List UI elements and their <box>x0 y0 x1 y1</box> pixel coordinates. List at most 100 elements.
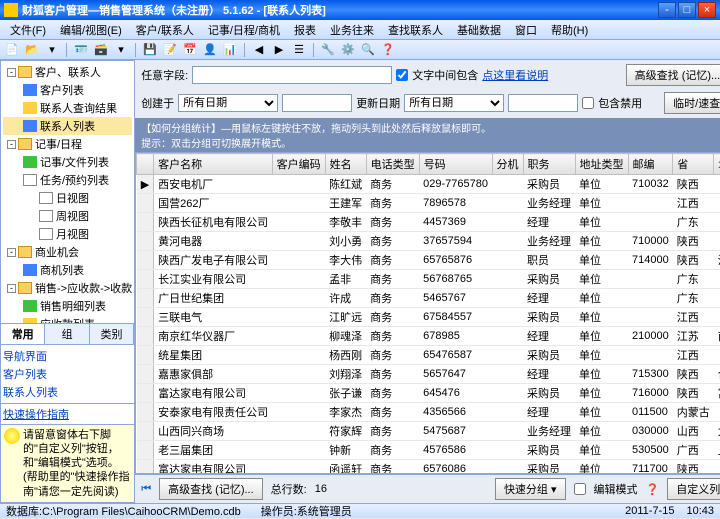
tool3-icon[interactable]: 🔍 <box>360 42 376 58</box>
column-header[interactable]: 电话类型 <box>366 154 419 175</box>
column-header[interactable]: 号码 <box>419 154 492 175</box>
menu-item[interactable]: 编辑/视图(E) <box>54 20 128 40</box>
menu-item[interactable]: 帮助(H) <box>545 20 594 40</box>
table-row[interactable]: 富达家电有限公司函遥轩商务6576086采购员单位711700陕西 <box>137 460 720 475</box>
table-row[interactable]: 安泰家电有限责任公司李家杰商务4356566经理单位011500内蒙古 <box>137 403 720 422</box>
expand-icon[interactable]: - <box>7 140 16 149</box>
new-icon[interactable]: 📄 <box>4 42 20 58</box>
table-row[interactable]: 山西同兴商场符家辉商务5475687业务经理单位030000山西太 <box>137 422 720 441</box>
update-date-select[interactable]: 所有日期 <box>404 94 504 112</box>
card-icon[interactable]: 🪪 <box>73 42 89 58</box>
table-row[interactable]: 南京红华仪器厂柳魂泽商务678985经理单位210000江苏南 <box>137 327 720 346</box>
close-button[interactable]: × <box>698 2 716 18</box>
table-row[interactable]: 嘉惠家俱部刘翔泽商务5657647经理单位715300陕西合 <box>137 365 720 384</box>
menu-item[interactable]: 基础数据 <box>451 20 507 40</box>
help-small-icon[interactable]: ❓ <box>646 483 660 496</box>
menu-item[interactable]: 报表 <box>288 20 322 40</box>
column-header[interactable]: 客户编码 <box>272 154 325 175</box>
column-header[interactable]: 邮编 <box>628 154 673 175</box>
nav-link[interactable]: 导航界面 <box>3 347 132 365</box>
column-header[interactable]: 地址类型 <box>575 154 628 175</box>
column-header[interactable] <box>137 154 154 175</box>
tree-node[interactable]: 销售明细列表 <box>3 297 132 315</box>
column-header[interactable]: 姓名 <box>325 154 366 175</box>
sidebar-tab[interactable]: 组 <box>45 324 89 344</box>
minimize-button[interactable]: - <box>658 2 676 18</box>
tree-node[interactable]: 客户列表 <box>3 81 132 99</box>
any-field-input[interactable] <box>192 66 392 84</box>
create-date-select[interactable]: 所有日期 <box>178 94 278 112</box>
note-icon[interactable]: 📝 <box>162 42 178 58</box>
column-header[interactable]: 省 <box>673 154 714 175</box>
prev-icon[interactable]: ◀ <box>251 42 267 58</box>
menu-item[interactable]: 业务往来 <box>324 20 380 40</box>
quick-group-button[interactable]: 快速分组 ▾ <box>495 478 566 500</box>
menu-item[interactable]: 客户/联系人 <box>130 20 200 40</box>
tree-node[interactable]: -记事/日程 <box>3 135 132 153</box>
table-row[interactable]: 老三届集团钟新商务4576586采购员单位530500广西上 <box>137 441 720 460</box>
tree-node[interactable]: 联系人列表 <box>3 117 132 135</box>
tree-node[interactable]: 日视图 <box>3 189 132 207</box>
table-row[interactable]: 统星集团杨西刚商务65476587采购员单位江西 <box>137 346 720 365</box>
dropdown-icon[interactable]: ▾ <box>44 42 60 58</box>
quick-guide-link[interactable]: 快速操作指南 <box>3 409 69 421</box>
expand-icon[interactable]: - <box>7 68 16 77</box>
edit-mode-checkbox[interactable] <box>574 483 586 495</box>
menu-item[interactable]: 记事/日程/商机 <box>202 20 286 40</box>
menu-item[interactable]: 窗口 <box>509 20 543 40</box>
nav-link[interactable]: 客户列表 <box>3 365 132 383</box>
contact-icon[interactable]: 👤 <box>202 42 218 58</box>
tree-node[interactable]: -销售->应收款->收款 <box>3 279 132 297</box>
calendar-icon[interactable]: 📅 <box>182 42 198 58</box>
tree-node[interactable]: 任务/预约列表 <box>3 171 132 189</box>
save-icon[interactable]: 💾 <box>142 42 158 58</box>
sidebar-tab[interactable]: 类别 <box>90 324 134 344</box>
table-row[interactable]: 陕西长征机电有限公司李敬丰商务4457369经理单位广东 <box>137 213 720 232</box>
menu-item[interactable]: 查找联系人 <box>382 20 449 40</box>
table-row[interactable]: ▶西安电机厂陈红斌商务029-7765780采购员单位710032陕西 <box>137 175 720 194</box>
table-row[interactable]: 广日世纪集团许成商务5465767经理单位广东 <box>137 289 720 308</box>
incl-disabled-checkbox[interactable] <box>582 97 594 109</box>
create-date-input[interactable] <box>282 94 352 112</box>
column-header[interactable]: 分机 <box>492 154 523 175</box>
adv-search-bottom-button[interactable]: 高级查找 (记忆)... <box>159 478 263 500</box>
help-icon[interactable]: ❓ <box>380 42 396 58</box>
expand-icon[interactable]: - <box>7 284 16 293</box>
see-desc-link[interactable]: 点这里看说明 <box>482 67 548 83</box>
sidebar-tab[interactable]: 常用 <box>1 324 45 344</box>
mid-contain-checkbox[interactable] <box>396 69 408 81</box>
data-grid[interactable]: 客户名称客户编码姓名电话类型号码分机职务地址类型邮编省城▶西安电机厂陈红斌商务0… <box>135 152 720 474</box>
column-header[interactable]: 职务 <box>523 154 575 175</box>
table-row[interactable]: 长江实业有限公司孟非商务56768765采购员单位广东 <box>137 270 720 289</box>
table-row[interactable]: 三联电气江旷远商务67584557采购员单位江西 <box>137 308 720 327</box>
adv-search-button[interactable]: 高级查找 (记忆)... <box>626 64 720 86</box>
open-icon[interactable]: 📂 <box>24 42 40 58</box>
tree-node[interactable]: 月视图 <box>3 225 132 243</box>
expand-icon[interactable]: - <box>7 248 16 257</box>
table-row[interactable]: 黄河电器刘小勇商务37657594业务经理单位710000陕西 <box>137 232 720 251</box>
chart-icon[interactable]: 📊 <box>222 42 238 58</box>
list-icon[interactable]: ☰ <box>291 42 307 58</box>
table-row[interactable]: 陕西广发电子有限公司李大伟商务65765876职员单位714000陕西渭 <box>137 251 720 270</box>
custom-cols-button[interactable]: 自定义列 <box>667 478 720 500</box>
temp-quick-button[interactable]: 临时/速查 <box>664 92 720 114</box>
update-date-input[interactable] <box>508 94 578 112</box>
column-header[interactable]: 客户名称 <box>154 154 273 175</box>
tree-node[interactable]: 记事/文件列表 <box>3 153 132 171</box>
maximize-button[interactable]: □ <box>678 2 696 18</box>
tool2-icon[interactable]: ⚙️ <box>340 42 356 58</box>
tree-node[interactable]: -商业机会 <box>3 243 132 261</box>
box-icon[interactable]: 🗃️ <box>93 42 109 58</box>
next-icon[interactable]: ▶ <box>271 42 287 58</box>
dropdown-icon[interactable]: ▾ <box>113 42 129 58</box>
tree-node[interactable]: 商机列表 <box>3 261 132 279</box>
nav-first-icon[interactable]: ⏮ <box>141 483 151 496</box>
nav-link[interactable]: 联系人列表 <box>3 383 132 401</box>
table-row[interactable]: 富达家电有限公司张子谦商务645476采购员单位716000陕西富 <box>137 384 720 403</box>
tool1-icon[interactable]: 🔧 <box>320 42 336 58</box>
tree-node[interactable]: 联系人查询结果 <box>3 99 132 117</box>
tree-node[interactable]: -客户、联系人 <box>3 63 132 81</box>
menu-item[interactable]: 文件(F) <box>4 20 52 40</box>
tree-node[interactable]: 应收款列表 <box>3 315 132 323</box>
table-row[interactable]: 国营262厂王建军商务7896578业务经理单位江西 <box>137 194 720 213</box>
